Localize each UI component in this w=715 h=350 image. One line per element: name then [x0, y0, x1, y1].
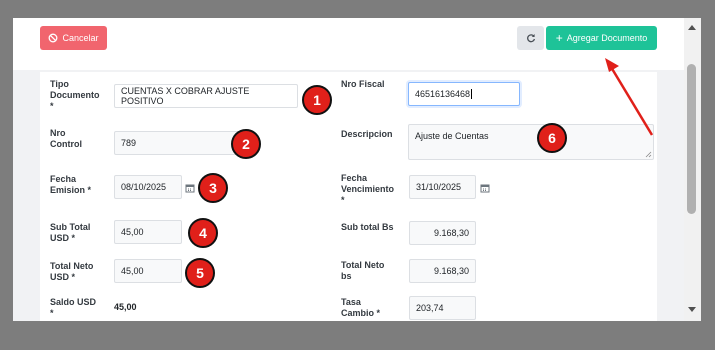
tipo-documento-value: CUENTAS X COBRAR AJUSTE POSITIVO [121, 86, 250, 106]
refresh-icon [526, 34, 535, 43]
scrollbar-thumb[interactable] [687, 64, 696, 214]
add-document-button-label: Agregar Documento [566, 33, 648, 43]
fecha-emision-label: Fecha Emision * [50, 174, 92, 195]
resize-grip-icon[interactable] [645, 151, 652, 158]
annotation-marker-3: 3 [198, 173, 228, 203]
dialog-toolbar: Cancelar + Agregar Documento [13, 18, 687, 70]
nro-fiscal-value: 46516136468 [415, 89, 471, 99]
sub-total-usd-input[interactable]: 45,00 [114, 220, 182, 244]
plus-icon: + [555, 31, 563, 45]
document-dialog: Cancelar + Agregar Documento Tipo Docume… [13, 18, 701, 321]
nro-control-label: Nro Control [50, 128, 82, 149]
tasa-cambio-value: 203,74 [416, 303, 444, 313]
vertical-scrollbar[interactable] [684, 18, 701, 321]
annotation-arrow [605, 58, 654, 136]
annotation-marker-2: 2 [231, 129, 261, 159]
tipo-documento-select[interactable]: CUENTAS X COBRAR AJUSTE POSITIVO [114, 84, 298, 108]
descripcion-label: Descripcion [341, 129, 393, 139]
total-neto-usd-label: Total Neto USD * [50, 261, 94, 282]
total-neto-bs-value: 9.168,30 [433, 266, 469, 276]
sub-total-usd-label: Sub Total USD * [50, 222, 91, 243]
scroll-up-icon[interactable] [688, 25, 696, 30]
cancel-button[interactable]: Cancelar [40, 26, 107, 50]
tasa-cambio-input[interactable]: 203,74 [409, 296, 476, 320]
sub-total-usd-value: 45,00 [121, 227, 144, 237]
descripcion-value: Ajuste de Cuentas [415, 131, 489, 141]
fecha-emision-input[interactable]: 08/10/2025 [114, 175, 182, 199]
scroll-down-icon[interactable] [688, 307, 696, 312]
total-neto-usd-input[interactable]: 45,00 [114, 259, 182, 283]
document-form: Tipo Documento * CUENTAS X COBRAR AJUSTE… [40, 72, 657, 321]
saldo-usd-label: Saldo USD * [50, 297, 97, 318]
sub-total-bs-label: Sub total Bs [341, 222, 394, 232]
ban-icon [49, 33, 58, 43]
annotation-marker-1: 1 [302, 85, 332, 115]
total-neto-bs-input: 9.168,30 [409, 259, 476, 283]
nro-control-value: 789 [121, 138, 137, 148]
nro-fiscal-label: Nro Fiscal [341, 79, 385, 89]
sub-total-bs-value: 9.168,30 [433, 228, 469, 238]
annotation-marker-5: 5 [185, 258, 215, 288]
sub-total-bs-input: 9.168,30 [409, 221, 476, 245]
annotation-marker-4: 4 [188, 218, 218, 248]
fecha-vencimiento-input[interactable]: 31/10/2025 [409, 175, 476, 199]
add-document-button[interactable]: + Agregar Documento [546, 26, 657, 50]
fecha-emision-value: 08/10/2025 [121, 182, 167, 192]
tasa-cambio-label: Tasa Cambio * [341, 297, 381, 318]
fecha-vencimiento-label: Fecha Vencimiento * [341, 173, 395, 205]
total-neto-bs-label: Total Neto bs [341, 260, 385, 281]
tipo-documento-label: Tipo Documento * [50, 79, 100, 111]
saldo-usd-value: 45,00 [114, 302, 137, 312]
annotation-marker-6: 6 [537, 123, 567, 153]
cancel-button-label: Cancelar [62, 33, 99, 43]
fecha-vencimiento-value: 31/10/2025 [416, 182, 462, 192]
total-neto-usd-value: 45,00 [121, 266, 144, 276]
refresh-button[interactable] [517, 26, 544, 50]
nro-fiscal-input[interactable]: 46516136468 [408, 82, 520, 106]
calendar-icon[interactable] [480, 183, 490, 193]
calendar-icon[interactable] [185, 183, 195, 193]
text-cursor [471, 89, 473, 99]
